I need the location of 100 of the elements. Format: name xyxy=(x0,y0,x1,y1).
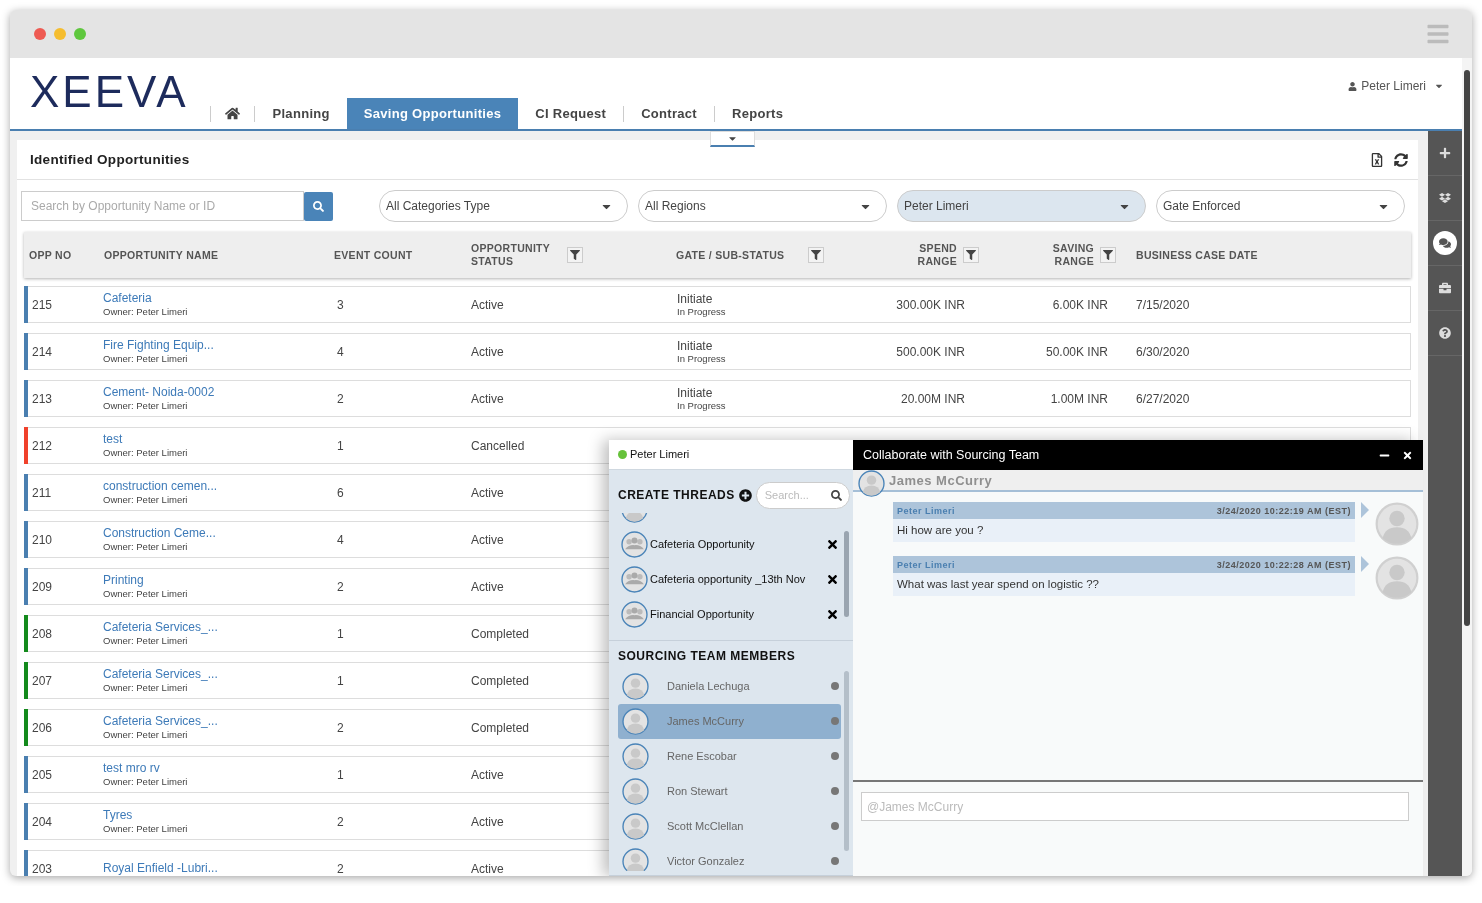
recipient-name: James McCurry xyxy=(889,472,993,488)
filter-button[interactable] xyxy=(1100,247,1116,263)
scrollbar[interactable] xyxy=(844,530,849,617)
table-cell: Active xyxy=(471,391,504,406)
close-icon[interactable] xyxy=(826,607,839,621)
home-icon xyxy=(225,106,241,121)
owner-text: Owner: Peter Limeri xyxy=(103,494,188,506)
table-cell: 204 xyxy=(32,814,53,829)
opportunity-link[interactable]: Printing xyxy=(103,573,144,588)
search-button[interactable] xyxy=(304,191,333,221)
avatar-icon xyxy=(622,672,649,700)
nav-tab[interactable]: Contract xyxy=(624,98,714,129)
group-avatar-icon xyxy=(621,600,648,628)
owner-text: Owner: Peter Limeri xyxy=(103,729,188,741)
close-icon[interactable] xyxy=(1402,449,1413,461)
nav-tab[interactable]: CI Request xyxy=(518,98,624,129)
nav-tab[interactable]: Reports xyxy=(715,98,801,129)
close-icon[interactable] xyxy=(826,572,839,586)
filter-button[interactable] xyxy=(963,247,979,263)
table-cell: 214 xyxy=(32,344,53,359)
close-button[interactable] xyxy=(34,28,46,40)
opportunity-link[interactable]: test xyxy=(103,432,123,447)
message-time: 3/24/2020 10:22:28 AM (EST) xyxy=(1216,559,1351,570)
boxes-icon xyxy=(1439,192,1451,204)
card-title: Identified Opportunities xyxy=(30,152,191,167)
member-item[interactable]: Daniela Lechuga xyxy=(618,668,841,704)
message-time: 3/24/2020 10:22:19 AM (EST) xyxy=(1216,505,1351,516)
message-text: Hi how are you ? xyxy=(896,523,985,538)
thread-item[interactable]: Financial Opportunity xyxy=(621,596,839,632)
opportunity-link[interactable]: Construction Ceme... xyxy=(103,526,216,541)
user-menu[interactable]: Peter Limeri xyxy=(1342,78,1450,94)
avatar-icon xyxy=(622,742,649,770)
add-thread-icon[interactable] xyxy=(738,488,752,502)
opportunity-link[interactable]: Cafeteria xyxy=(103,291,152,306)
opportunity-link[interactable]: Cafeteria Services_... xyxy=(103,667,218,682)
thread-search-field[interactable]: Search... xyxy=(755,481,850,509)
avatar-icon xyxy=(622,812,649,840)
table-cell: 6/30/2020 xyxy=(1136,344,1190,359)
opportunity-link[interactable]: Fire Fighting Equip... xyxy=(103,338,214,353)
table-cell: 4 xyxy=(337,532,344,547)
opportunity-link[interactable]: Cafeteria Services_... xyxy=(103,620,218,635)
opportunity-link[interactable]: Royal Enfield -Lubri... xyxy=(103,861,218,876)
filter-dropdown[interactable]: All Categories Type xyxy=(379,190,628,222)
column-header: OPPORTUNITY NAME xyxy=(104,248,219,262)
owner-text: Owner: Peter Limeri xyxy=(103,306,188,318)
opportunity-link[interactable]: Tyres xyxy=(103,808,133,823)
export-file-icon[interactable] xyxy=(1370,152,1384,167)
filter-button[interactable] xyxy=(567,247,583,263)
search-icon xyxy=(830,489,842,501)
table-cell: 6.00K INR xyxy=(1052,297,1108,312)
owner-text: Owner: Peter Limeri xyxy=(103,588,188,600)
gate-text: Initiate xyxy=(677,338,713,353)
table-cell: 1 xyxy=(337,438,344,453)
table-cell: Active xyxy=(471,814,504,829)
sub-status-text: In Progress xyxy=(677,352,726,365)
thread-item[interactable]: Cafeteria opportunity _13th Nov xyxy=(621,561,839,597)
column-header: BUSINESS CASE DATE xyxy=(1136,248,1258,262)
filter-button[interactable] xyxy=(808,247,824,263)
member-item[interactable]: Rene Escobar xyxy=(618,738,841,774)
table-cell: 212 xyxy=(32,438,53,453)
table-cell: Completed xyxy=(471,626,530,641)
member-item[interactable]: James McCurry xyxy=(618,703,841,739)
opportunity-link[interactable]: test mro rv xyxy=(103,761,160,776)
scrollbar[interactable] xyxy=(1464,70,1470,626)
table-cell: Active xyxy=(471,344,504,359)
nav-tab[interactable]: Saving Opportunities xyxy=(346,98,519,129)
sub-status-text: In Progress xyxy=(677,399,726,412)
member-item[interactable]: Scott McClellan xyxy=(618,808,841,844)
section-heading: SOURCING TEAM MEMBERS xyxy=(618,648,796,663)
table-cell: 20.00M INR xyxy=(900,391,965,406)
dropdown-toggle[interactable] xyxy=(710,131,755,147)
filter-dropdown[interactable]: All Regions xyxy=(638,190,887,222)
scrollbar[interactable] xyxy=(844,670,849,851)
member-item[interactable]: Ron Stewart xyxy=(618,773,841,809)
thread-item[interactable]: Cafeteria Opportunity xyxy=(621,526,839,562)
opportunity-link[interactable]: Cafeteria Services_... xyxy=(103,714,218,729)
avatar-icon xyxy=(1375,502,1419,546)
search-field[interactable]: Search by Opportunity Name or ID xyxy=(21,191,304,221)
filter-icon xyxy=(966,250,976,260)
owner-text: Owner: Peter Limeri xyxy=(103,635,188,647)
close-icon[interactable] xyxy=(826,537,839,551)
table-cell: Active xyxy=(471,861,504,876)
message-input[interactable]: @James McCurry xyxy=(861,792,1409,821)
table-cell: 208 xyxy=(32,626,53,641)
opportunity-link[interactable]: construction cemen... xyxy=(103,479,218,494)
table-cell: 2 xyxy=(337,720,344,735)
table-cell: 213 xyxy=(32,391,53,406)
owner-text: Owner: Peter Limeri xyxy=(103,776,188,788)
nav-tab[interactable]: Planning xyxy=(255,98,347,129)
filter-dropdown[interactable]: Peter Limeri xyxy=(897,190,1146,222)
opportunity-link[interactable]: Cement- Noida-0002 xyxy=(103,385,215,400)
table-cell: 207 xyxy=(32,673,53,688)
table-cell: 6/27/2020 xyxy=(1136,391,1190,406)
filter-icon xyxy=(1103,250,1113,260)
filter-dropdown[interactable]: Gate Enforced xyxy=(1156,190,1405,222)
table-cell: Completed xyxy=(471,673,530,688)
table-cell: 500.00K INR xyxy=(896,344,965,359)
refresh-icon[interactable] xyxy=(1394,152,1408,167)
table-cell: 1.00M INR xyxy=(1050,391,1108,406)
filter-icon xyxy=(570,250,580,260)
